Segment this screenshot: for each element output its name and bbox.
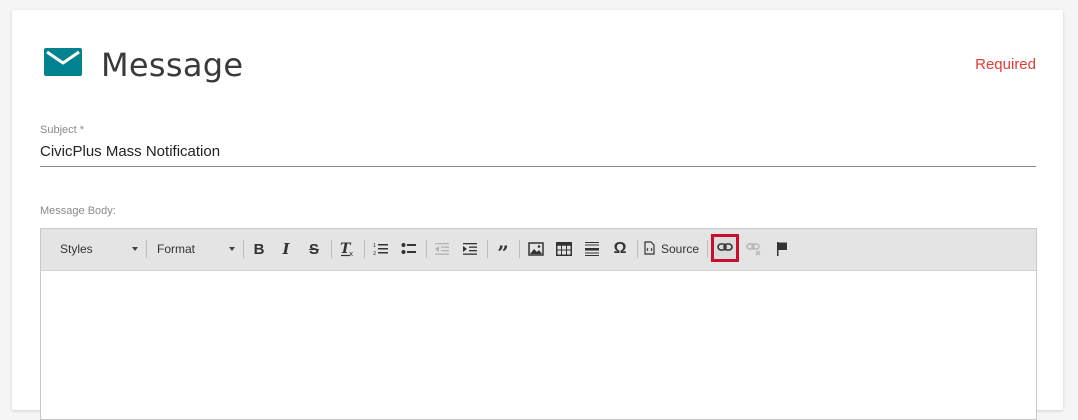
format-dropdown[interactable]: Format: [157, 237, 235, 261]
table-icon[interactable]: [552, 237, 576, 261]
chevron-down-icon: [229, 247, 235, 251]
envelope-icon: [44, 48, 82, 76]
horizontal-line-icon[interactable]: [580, 237, 604, 261]
toolbar-separator: [331, 240, 332, 258]
svg-text:2: 2: [373, 251, 376, 257]
source-icon: [644, 240, 655, 258]
toolbar-separator: [487, 240, 488, 258]
rich-text-editor: Styles Format B I S T x 1 2 ” Ω Source: [40, 228, 1037, 420]
toolbar-separator: [519, 240, 520, 258]
subject-underline: [40, 166, 1036, 167]
bulleted-list-icon[interactable]: [397, 237, 421, 261]
toolbar-separator: [707, 240, 708, 258]
source-button-label: Source: [661, 242, 700, 256]
toolbar-separator: [426, 240, 427, 258]
styles-dropdown-label: Styles: [60, 242, 93, 256]
link-button[interactable]: [711, 234, 739, 262]
message-card: Message Required Subject * CivicPlus Mas…: [12, 10, 1063, 420]
message-body-label: Message Body:: [40, 205, 116, 217]
svg-text:x: x: [349, 250, 353, 257]
format-dropdown-label: Format: [157, 242, 196, 256]
numbered-list-icon[interactable]: 1 2: [369, 237, 393, 261]
source-button[interactable]: Source: [644, 237, 699, 261]
anchor-icon[interactable]: [770, 237, 794, 261]
toolbar-separator: [637, 240, 638, 258]
blockquote-icon[interactable]: ”: [491, 237, 515, 265]
unlink-icon[interactable]: [742, 237, 766, 261]
required-indicator: Required: [975, 56, 1036, 73]
message-body-editor[interactable]: [41, 271, 1036, 419]
toolbar-separator: [146, 240, 147, 258]
chevron-down-icon: [132, 247, 138, 251]
indent-icon[interactable]: [458, 237, 482, 261]
image-icon[interactable]: [524, 237, 548, 261]
svg-text:1: 1: [373, 243, 376, 249]
editor-toolbar: Styles Format B I S T x 1 2 ” Ω Source: [41, 229, 1036, 271]
page-title: Message: [101, 46, 244, 84]
toolbar-separator: [364, 240, 365, 258]
toolbar-separator: [243, 240, 244, 258]
subject-input[interactable]: CivicPlus Mass Notification: [40, 143, 220, 160]
styles-dropdown[interactable]: Styles: [60, 237, 138, 261]
link-icon: [717, 239, 733, 257]
strikethrough-icon[interactable]: S: [302, 237, 326, 261]
bold-icon[interactable]: B: [247, 237, 271, 261]
italic-icon[interactable]: I: [274, 237, 298, 261]
outdent-icon[interactable]: [430, 237, 454, 261]
special-char-icon[interactable]: Ω: [608, 237, 632, 261]
subject-label: Subject *: [40, 124, 85, 136]
remove-format-icon[interactable]: T x: [335, 237, 359, 261]
